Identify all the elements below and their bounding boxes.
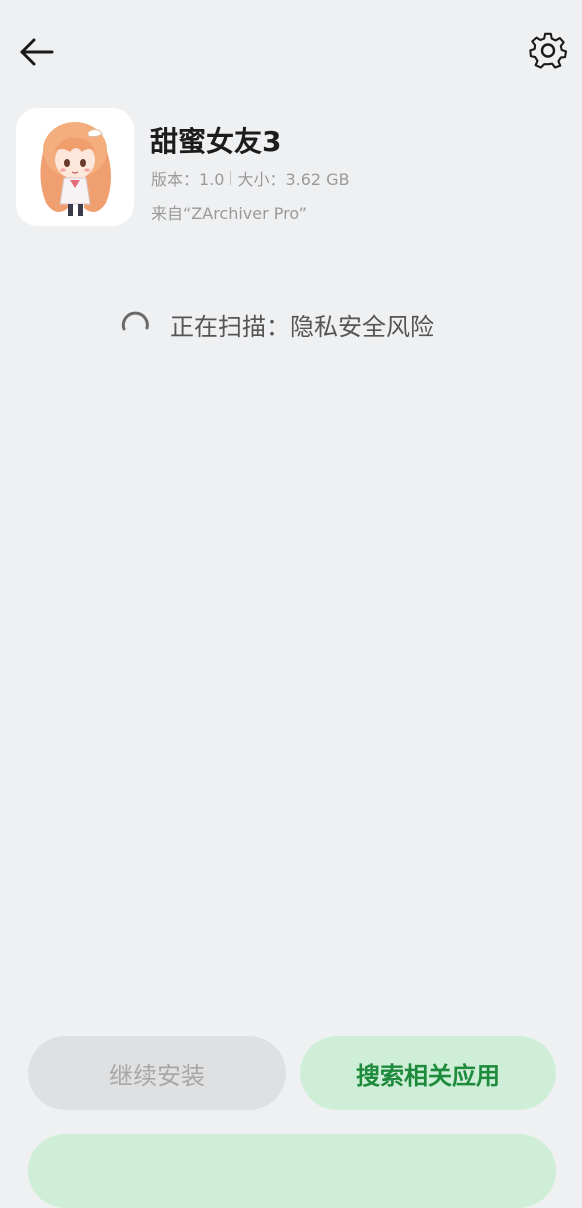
app-character-icon xyxy=(16,108,134,226)
app-name: 甜蜜女友3 xyxy=(150,125,282,158)
settings-button[interactable] xyxy=(524,26,572,74)
app-version: 版本：1.0 xyxy=(151,170,225,189)
arrow-left-icon xyxy=(20,38,54,66)
app-size: 大小：3.62 GB xyxy=(237,170,350,189)
scan-status: 正在扫描：隐私安全风险 xyxy=(118,304,434,344)
continue-install-button[interactable]: 继续安装 xyxy=(28,1036,286,1110)
scan-status-text: 正在扫描：隐私安全风险 xyxy=(170,312,434,341)
app-info-card: 甜蜜女友3 版本：1.0 大小：3.62 GB 来自“ZArchiver Pro… xyxy=(16,108,556,232)
top-bar xyxy=(0,0,582,100)
loading-spinner-icon xyxy=(121,311,149,331)
app-source: 来自“ZArchiver Pro” xyxy=(151,204,307,223)
search-related-apps-button[interactable]: 搜索相关应用 xyxy=(300,1036,556,1110)
bottom-action-button[interactable] xyxy=(28,1134,556,1208)
app-icon xyxy=(16,108,134,226)
meta-divider xyxy=(230,171,232,185)
gear-icon xyxy=(529,32,568,69)
back-button[interactable] xyxy=(12,28,60,76)
app-meta: 版本：1.0 大小：3.62 GB xyxy=(151,166,350,190)
